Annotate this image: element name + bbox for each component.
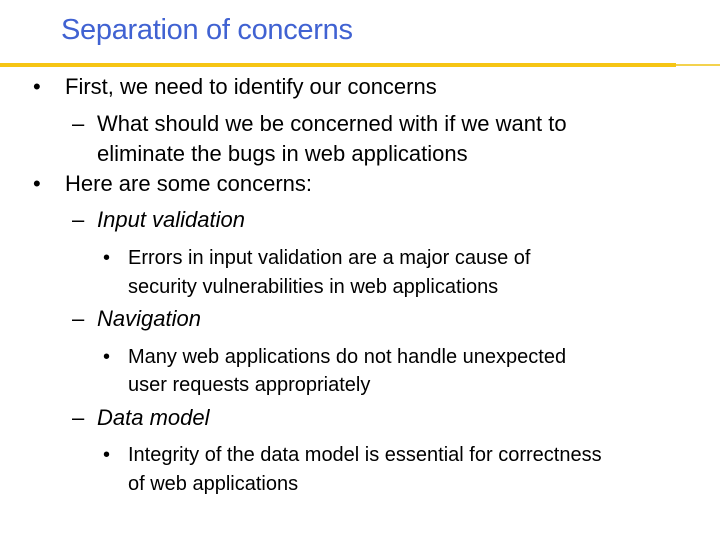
detail-text-continuation: of web applications <box>128 473 299 495</box>
detail-text-continuation: security vulnerabilities in web applicat… <box>128 276 499 298</box>
bullet-text: Here are some concerns: <box>65 171 312 196</box>
title-underline-rule-end <box>676 64 720 66</box>
detail-text: Errors in input validation are a major c… <box>128 247 531 269</box>
concern-heading-data-model: Data model <box>97 405 210 430</box>
slide: Separation of concerns • First, we need … <box>0 0 720 540</box>
bullet-icon: • <box>33 74 41 99</box>
bullet-icon: • <box>33 171 41 196</box>
sub-bullet-text-continuation: eliminate the bugs in web applications <box>97 141 468 166</box>
dash-icon: – <box>72 405 85 430</box>
slide-title: Separation of concerns <box>61 14 353 46</box>
detail-text-continuation: user requests appropriately <box>128 374 371 396</box>
detail-text: Integrity of the data model is essential… <box>128 444 602 466</box>
sub-bullet-text: What should we be concerned with if we w… <box>97 111 567 136</box>
detail-text: Many web applications do not handle unex… <box>128 346 567 368</box>
bullet-icon: • <box>103 247 111 269</box>
dash-icon: – <box>72 306 85 331</box>
dash-icon: – <box>72 207 85 232</box>
concern-heading-navigation: Navigation <box>97 306 201 331</box>
bullet-text: First, we need to identify our concerns <box>65 74 437 99</box>
title-underline-rule <box>0 63 676 67</box>
bullet-icon: • <box>103 444 111 466</box>
dash-icon: – <box>72 111 85 136</box>
bullet-icon: • <box>103 346 111 368</box>
concern-heading-input-validation: Input validation <box>97 207 245 232</box>
